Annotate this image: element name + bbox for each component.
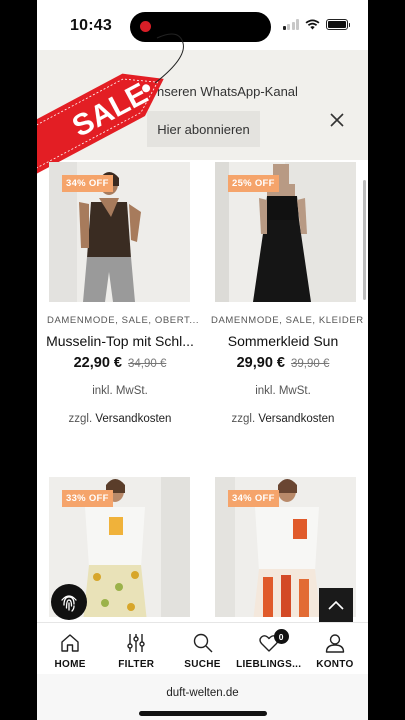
status-time: 10:43 [70,17,112,34]
whatsapp-banner: nseren WhatsApp-Kanal Hier abonnieren [37,50,368,160]
nav-filter[interactable]: FILTER [103,623,169,674]
product-category: DAMENMODE, SALE, KLEIDER [211,315,364,326]
battery-icon [326,19,350,30]
vat-note: inkl. MwSt. [92,385,148,397]
product-name[interactable]: Sommerkleid Sun [208,333,358,349]
discount-badge: 33% OFF [62,490,113,507]
chevron-up-icon [328,600,344,610]
close-icon[interactable] [327,110,347,130]
wishlist-count-badge: 0 [273,629,289,644]
discount-badge: 25% OFF [228,175,279,192]
old-price: 39,90 € [291,358,330,370]
vat-note: inkl. MwSt. [255,385,311,397]
subscribe-button[interactable]: Hier abonnieren [147,111,260,147]
bottom-navigation: HOME FILTER SUCHE 0 LIEBLINGS... KONTO [37,622,368,674]
product-price: 29,90 € 39,90 € [208,354,358,372]
product-image[interactable]: 25% OFF [215,162,356,302]
dynamic-island [130,12,271,42]
home-indicator[interactable] [139,711,267,716]
discount-badge: 34% OFF [62,175,113,192]
url-text[interactable]: duft-welten.de [37,687,368,699]
search-icon [193,633,212,653]
recording-dot-icon [140,21,151,32]
nav-label: HOME [54,659,86,670]
nav-account[interactable]: KONTO [302,623,368,674]
shipping-link[interactable]: Versandkosten [95,413,171,425]
phone-screen: 10:43 nseren WhatsApp-Kanal Hier abonnie… [37,0,368,720]
old-price: 34,90 € [128,358,167,370]
fingerprint-icon [61,595,77,612]
product-name[interactable]: Musselin-Top mit Schl... [45,333,195,349]
discount-badge: 34% OFF [228,490,279,507]
browser-url-bar: duft-welten.de [37,674,368,720]
home-icon [61,634,79,652]
shipping-prefix: zzgl. [68,413,93,425]
nav-label: FILTER [118,659,155,670]
nav-label: SUCHE [184,659,221,670]
scrollbar-thumb[interactable] [363,180,366,300]
accessibility-button[interactable] [51,584,87,620]
product-category: DAMENMODE, SALE, OBERT... [47,315,200,326]
account-icon [325,634,345,653]
nav-home[interactable]: HOME [37,623,103,674]
shipping-prefix: zzgl. [231,413,256,425]
signal-icon [282,19,299,30]
nav-label: LIEBLINGS... [236,659,302,670]
banner-text: nseren WhatsApp-Kanal [157,84,298,99]
scroll-to-top-button[interactable] [319,588,353,622]
shipping-note: zzgl. Versandkosten [208,413,358,425]
current-price: 22,90 € [73,355,122,371]
nav-wishlist[interactable]: 0 LIEBLINGS... [236,623,302,674]
current-price: 29,90 € [236,355,285,371]
status-icons [282,19,350,30]
wifi-icon [305,19,320,30]
nav-search[interactable]: SUCHE [169,623,235,674]
shipping-link[interactable]: Versandkosten [258,413,334,425]
shipping-note: zzgl. Versandkosten [45,413,195,425]
status-bar: 10:43 [37,0,368,50]
product-price: 22,90 € 34,90 € [45,354,195,372]
nav-label: KONTO [316,659,354,670]
filter-icon [127,634,145,652]
product-image[interactable]: 34% OFF [49,162,190,302]
